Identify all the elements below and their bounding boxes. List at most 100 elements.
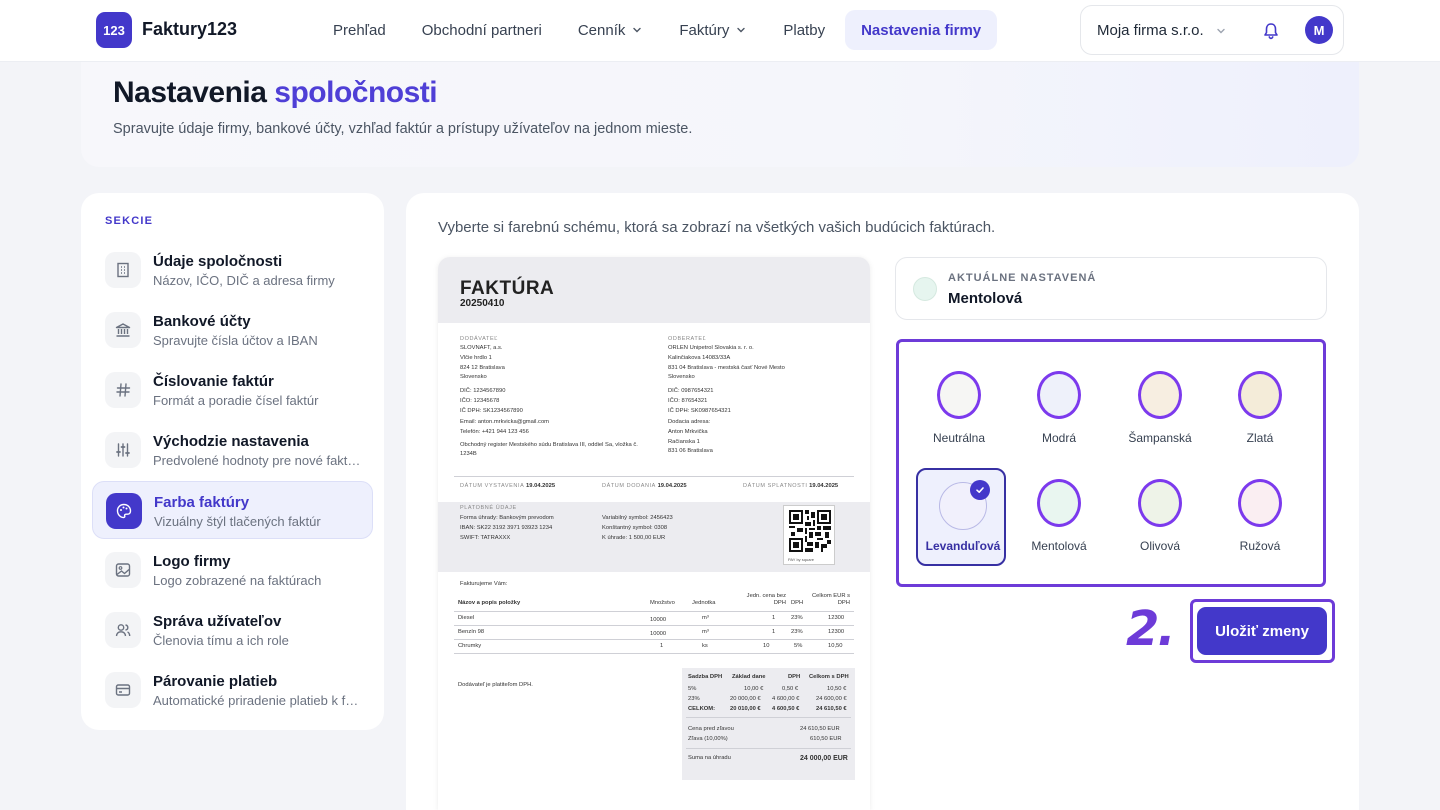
due-date: DÁTUM SPLATNOSTI 19.04.2025 (743, 482, 838, 492)
swatch-color (1138, 371, 1182, 419)
divider (454, 611, 854, 612)
panel-intro: Vyberte si farebnú schému, ktorá sa zobr… (438, 219, 996, 236)
sum-head-base: Základ dane (732, 674, 766, 680)
due-date-value: 19.04.2025 (809, 483, 839, 489)
sum-head-rate: Sadzba DPH (688, 674, 723, 680)
sidebar-item-title: Správa užívateľov (153, 613, 282, 630)
sidebar-item-uzivatelia[interactable]: Správa užívateľov Členovia tímu a ich ro… (92, 601, 373, 659)
swatch-ruzova[interactable]: Ružová (1215, 468, 1305, 566)
building-icon (105, 252, 141, 288)
total-value: 24 000,00 EUR (800, 755, 848, 762)
sum-head-total: Celkom s DPH (809, 674, 849, 680)
sidebar-item-cislovanie[interactable]: Číslovanie faktúr Formát a poradie čísel… (92, 361, 373, 419)
swatch-mentolova[interactable]: Mentolová (1014, 468, 1104, 566)
row-total: 10,50 (828, 643, 843, 649)
delivery-address: Dodacia adresa: Anton Mrkvička Račianska… (668, 419, 713, 455)
sidebar-item-ucty[interactable]: Bankové účty Spravujte čísla účtov a IBA… (92, 301, 373, 359)
swatch-levandulova[interactable]: Levanduľová (916, 468, 1006, 566)
sidebar-item-desc: Automatické priradenie platieb k faktúra… (153, 693, 365, 708)
nav-item-platby[interactable]: Platby (767, 10, 841, 50)
swatch-label: Mentolová (1031, 539, 1087, 553)
sidebar-item-logo[interactable]: Logo firmy Logo zobrazené na faktúrach (92, 541, 373, 599)
row-unit: m³ (702, 629, 709, 635)
swatch-zlata[interactable]: Zlatá (1215, 360, 1305, 458)
supplier-label: DODÁVATEĽ (460, 336, 498, 342)
color-settings-panel: Vyberte si farebnú schému, ktorá sa zobr… (406, 193, 1359, 810)
chevron-down-icon (1217, 28, 1225, 34)
sum-rate: 23% (688, 696, 700, 702)
swatch-label: Levanduľová (925, 539, 1001, 553)
sidebar-item-title: Farba faktúry (154, 494, 250, 511)
price-before-value: 24 610,50 EUR (800, 726, 840, 732)
save-button[interactable]: Uložiť zmeny (1197, 607, 1327, 655)
swatch-color (1238, 371, 1282, 419)
swatch-modra[interactable]: Modrá (1014, 360, 1104, 458)
sum-vat: 4 600,00 € (772, 696, 800, 702)
qr-tag: PAY by square (788, 557, 815, 562)
sliders-icon (105, 432, 141, 468)
sidebar-item-parovanie[interactable]: Párovanie platieb Automatické priradenie… (92, 661, 373, 719)
swatch-olivova[interactable]: Olivová (1115, 468, 1205, 566)
qr-code-icon (789, 510, 831, 552)
supplier-address: SLOVNAFT, a.s. Vlčie hrdlo 1 824 12 Brat… (460, 345, 505, 381)
payment-label: PLATOBNÉ ÚDAJE (460, 505, 517, 511)
account-switcher[interactable]: Moja firma s.r.o. M (1080, 5, 1344, 55)
nav-item-cennik[interactable]: Cenník (562, 10, 660, 50)
divider (686, 748, 851, 749)
total-label: Suma na úhradu (688, 755, 731, 761)
app-name[interactable]: Faktury123 (142, 19, 237, 40)
col-header-total: Celkom EUR s DPH (812, 593, 851, 606)
swatch-color (1238, 479, 1282, 527)
discount-label: Zľava (10,00%) (688, 736, 728, 742)
avatar[interactable]: M (1305, 16, 1333, 44)
invoice-number: 20250410 (460, 298, 505, 309)
bell-icon[interactable] (1261, 21, 1281, 41)
sidebar-item-title: Párovanie platieb (153, 673, 278, 690)
nav-item-faktury[interactable]: Faktúry (663, 10, 763, 50)
sum-base: 20 000,00 € (730, 696, 761, 702)
row-qty: 1 (660, 643, 664, 649)
main-nav: Prehľad Obchodní partneri Cenník Faktúry… (317, 10, 998, 50)
logo-badge[interactable]: 123 (96, 12, 132, 48)
nav-item-nastavenia[interactable]: Nastavenia firmy (845, 10, 998, 50)
nav-item-prehlad[interactable]: Prehľad (317, 10, 402, 50)
users-icon (105, 612, 141, 648)
page-header: Nastavenia spoločnosti Spravujte údaje f… (81, 62, 1359, 167)
payment-symbols: Variabilný symbol: 2456423 Konštantný sy… (602, 515, 673, 541)
swatch-label: Šampanská (1128, 431, 1192, 445)
current-color-value: Mentolová (948, 290, 1023, 307)
swatch-color (937, 371, 981, 419)
swatch-neutralna[interactable]: Neutrálna (914, 360, 1004, 458)
sidebar-item-title: Údaje spoločnosti (153, 253, 283, 270)
price-before-label: Cena pred zľavou (688, 726, 734, 732)
sidebar-item-desc: Predvolené hodnoty pre nové faktúry (153, 453, 365, 468)
delivery-date-label: DÁTUM DODANIA (602, 483, 656, 489)
supplier-ids: DIČ: 1234567890 IČO: 12345678 IČ DPH: SK… (460, 388, 523, 414)
sidebar-item-vychodzie[interactable]: Východzie nastavenia Predvolené hodnoty … (92, 421, 373, 479)
sum-total: 24 610,50 € (816, 706, 847, 712)
divider (454, 653, 854, 654)
row-name: Chrumky (458, 643, 482, 649)
sidebar-item-udaje[interactable]: Údaje spoločnosti Názov, IČO, DIČ a adre… (92, 241, 373, 299)
nav-label: Nastavenia firmy (861, 21, 982, 39)
hash-icon (105, 372, 141, 408)
issue-date: DÁTUM VYSTAVENIA 19.04.2025 (460, 482, 555, 492)
sum-rate: CELKOM: (688, 706, 716, 712)
row-total: 12300 (828, 615, 845, 621)
col-header-qty: Množstvo (650, 600, 675, 606)
sidebar-item-desc: Členovia tímu a ich role (153, 633, 289, 648)
swatch-sampanska[interactable]: Šampanská (1115, 360, 1205, 458)
swatch-label: Neutrálna (932, 431, 986, 445)
sidebar-section-label: SEKCIE (105, 215, 154, 227)
sidebar-item-title: Východzie nastavenia (153, 433, 309, 450)
settings-sidebar: SEKCIE Údaje spoločnosti Názov, IČO, DIČ… (81, 193, 384, 730)
invoice-preview: FAKTÚRA 20250410 DODÁVATEĽ SLOVNAFT, a.s… (438, 257, 870, 810)
sidebar-item-desc: Logo zobrazené na faktúrach (153, 573, 322, 588)
row-vat: 23% (791, 615, 803, 621)
payment-details: Forma úhrady: Bankovým prevodom IBAN: SK… (460, 515, 554, 541)
page-title-accent: spoločnosti (274, 76, 438, 109)
sidebar-item-farba[interactable]: Farba faktúry Vizuálny štýl tlačených fa… (92, 481, 373, 539)
sidebar-item-title: Bankové účty (153, 313, 251, 330)
check-icon (970, 480, 990, 500)
nav-item-partneri[interactable]: Obchodní partneri (406, 10, 558, 50)
